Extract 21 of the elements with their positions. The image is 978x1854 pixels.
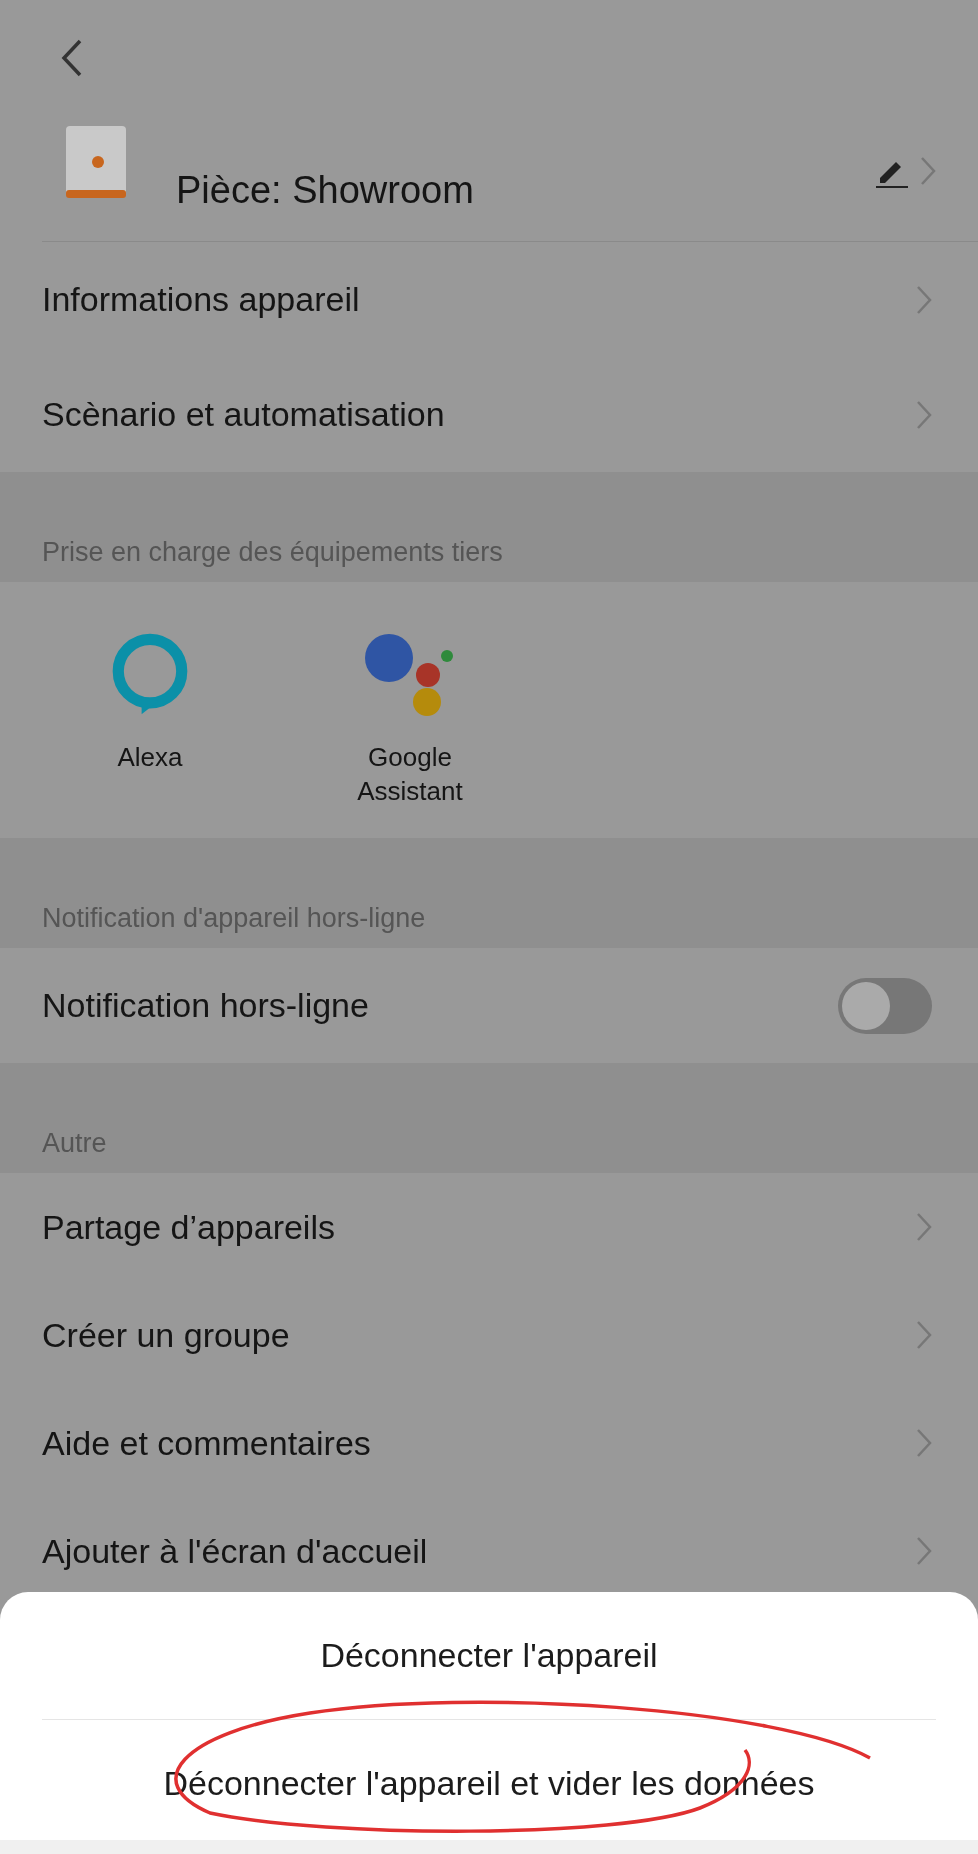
chevron-icon	[916, 284, 932, 315]
section-header: Prise en charge des équipements tiers	[42, 537, 503, 568]
sheet-option[interactable]: Déconnecter l'appareil	[320, 1636, 658, 1675]
section-header: Notification d'appareil hors-ligne	[42, 903, 426, 934]
menu-item[interactable]: Scènario et automatisation	[0, 357, 978, 472]
menu-item[interactable]: Créer un groupe	[0, 1281, 978, 1389]
chevron-icon	[916, 1536, 932, 1566]
back-icon[interactable]	[60, 38, 84, 78]
menu-item[interactable]: Aide et commentaires	[0, 1389, 978, 1497]
chevron-icon	[916, 399, 932, 430]
setting-label: Notification hors-ligne	[42, 986, 369, 1025]
chevron-icon	[920, 155, 936, 186]
menu-item[interactable]: Informations appareil	[0, 242, 978, 357]
chevron-icon	[916, 1320, 932, 1350]
room-label: Pièce: Showroom	[176, 169, 475, 212]
menu-item[interactable]: Partage d’appareils	[0, 1173, 978, 1281]
chevron-icon	[916, 1428, 932, 1458]
service-label: Alexa	[117, 741, 183, 774]
section-header: Autre	[42, 1128, 107, 1159]
chevron-icon	[916, 1212, 932, 1242]
service-label: Google Assistant	[356, 741, 464, 808]
